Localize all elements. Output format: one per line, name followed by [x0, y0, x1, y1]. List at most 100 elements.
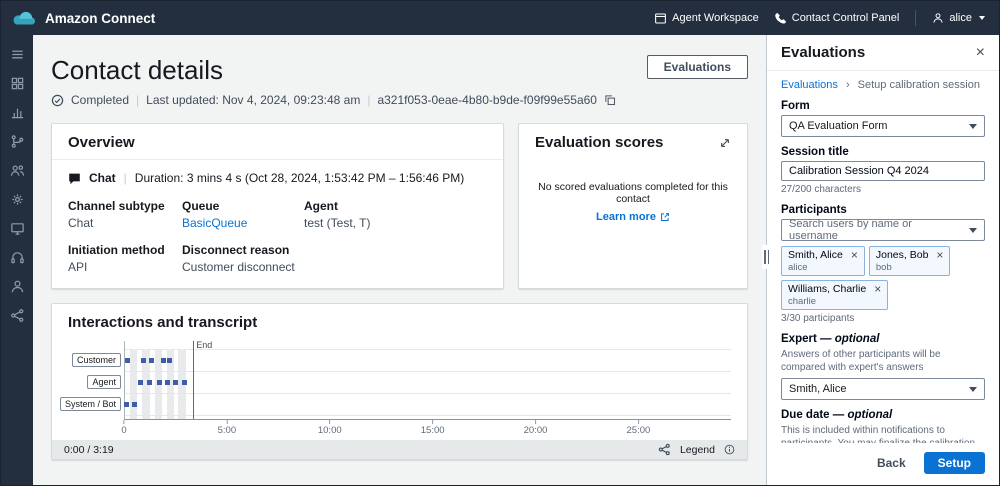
topbar: Amazon Connect Agent Workspace Contact C… [1, 1, 999, 35]
playback-bar: 0:00 / 3:19 Legend [52, 440, 747, 459]
participant-token-charlie: Williams, Charlie × charlie [781, 280, 888, 310]
timeline-marker[interactable] [149, 358, 154, 363]
timeline-axis: 05:0010:0015:0020:0025:00 [124, 420, 731, 437]
field-disconnect-reason: Disconnect reason Customer disconnect [182, 243, 487, 274]
close-icon[interactable]: × [976, 45, 985, 61]
sidebar-item-settings[interactable] [10, 192, 25, 208]
sidebar-item-channels[interactable] [10, 221, 25, 237]
sidebar-item-users[interactable] [10, 163, 25, 179]
caret-down-icon [969, 228, 977, 233]
field-agent: Agent test (Test, T) [304, 199, 487, 230]
back-button[interactable]: Back [865, 452, 918, 474]
user-icon [932, 12, 944, 24]
participant-tokens: Smith, Alice × alice Jones, Bob × bob [781, 246, 985, 310]
session-title-label: Session title [781, 146, 985, 158]
sidebar-item-integrations[interactable] [10, 308, 25, 324]
agent-workspace-link[interactable]: Agent Workspace [654, 12, 759, 25]
headset-icon [10, 250, 25, 265]
bar-chart-icon [10, 105, 25, 120]
gear-icon [10, 192, 25, 207]
timeline-tick: 20:00 [524, 420, 548, 436]
queue-link[interactable]: BasicQueue [182, 216, 247, 230]
timeline-marker[interactable] [173, 380, 178, 385]
timeline-plot[interactable]: End [124, 341, 731, 420]
scores-learn-more-link[interactable]: Learn more [596, 211, 670, 223]
last-updated: Last updated: Nov 4, 2024, 09:23:48 am [146, 93, 360, 107]
timeline-marker[interactable] [138, 380, 143, 385]
breadcrumb: Evaluations › Setup calibration session [781, 79, 985, 91]
breadcrumb-separator: › [846, 79, 850, 91]
timeline-marker[interactable] [132, 402, 137, 407]
field-queue: Queue BasicQueue [182, 199, 296, 230]
share-nodes-icon [10, 308, 25, 323]
share-icon[interactable] [658, 443, 671, 456]
external-link-icon [660, 212, 670, 222]
info-icon[interactable] [724, 444, 735, 455]
contact-control-panel-link[interactable]: Contact Control Panel [775, 12, 900, 24]
timeline-tick: 15:00 [421, 420, 445, 436]
timeline-row-label-customer[interactable]: Customer [72, 353, 121, 367]
contact-status-line: Completed | Last updated: Nov 4, 2024, 0… [51, 93, 748, 107]
timeline-marker[interactable] [182, 380, 187, 385]
sidebar-item-contact-control[interactable] [10, 250, 25, 266]
expert-label: Expert — optional [781, 333, 985, 345]
timeline-gridline [125, 371, 731, 372]
workspace-icon [654, 12, 667, 25]
participants-counter: 3/30 participants [781, 313, 985, 324]
sidebar-item-dashboard[interactable] [10, 76, 25, 92]
timeline-marker[interactable] [161, 358, 166, 363]
breadcrumb-current: Setup calibration session [858, 79, 980, 91]
panel-resize-handle[interactable] [762, 245, 771, 269]
caret-down-icon [969, 387, 977, 392]
timeline-marker[interactable] [157, 380, 162, 385]
copy-icon[interactable] [604, 94, 616, 106]
field-channel-subtype: Channel subtype Chat [68, 199, 174, 230]
participant-token-alice: Smith, Alice × alice [781, 246, 865, 276]
timeline-row-label-agent[interactable]: Agent [87, 375, 121, 389]
field-initiation-method: Initiation method API [68, 243, 174, 274]
timeline-marker[interactable] [165, 380, 170, 385]
evaluation-scores-title: Evaluation scores [535, 134, 663, 151]
sidebar-item-customer-profiles[interactable] [10, 279, 25, 295]
form-select[interactable]: QA Evaluation Form [781, 115, 985, 137]
timeline-marker[interactable] [125, 358, 130, 363]
timeline-row-label-system-bot[interactable]: System / Bot [60, 397, 121, 411]
transcript-card: Interactions and transcript Customer Age… [51, 303, 748, 460]
person-icon [10, 279, 25, 294]
users-icon [10, 163, 25, 178]
expert-description: Answers of other participants will be co… [781, 348, 985, 374]
overview-card: Overview Chat | Duration: 3 mins 4 s (Oc… [51, 123, 504, 289]
timeline-marker[interactable] [147, 380, 152, 385]
remove-token-button[interactable]: × [874, 283, 881, 295]
due-date-description: This is included within notifications to… [781, 424, 985, 443]
timeline-tick: 25:00 [627, 420, 651, 436]
transcript-title: Interactions and transcript [68, 314, 257, 331]
user-menu[interactable]: alice [932, 12, 985, 24]
sidebar-item-menu[interactable] [10, 47, 25, 63]
expert-select[interactable]: Smith, Alice [781, 378, 985, 400]
topbar-divider [915, 10, 916, 26]
timeline-marker[interactable] [167, 358, 172, 363]
caret-down-icon [969, 124, 977, 129]
sidebar-item-metrics[interactable] [10, 105, 25, 121]
channel-label: Chat [89, 171, 116, 185]
remove-token-button[interactable]: × [851, 249, 858, 261]
participants-search-select[interactable]: Search users by name or username [781, 219, 985, 241]
timeline-end-label: End [196, 340, 212, 350]
session-title-input[interactable] [781, 161, 985, 181]
menu-icon [10, 47, 25, 62]
setup-button[interactable]: Setup [924, 452, 985, 474]
timeline-marker[interactable] [124, 402, 129, 407]
breadcrumb-evaluations[interactable]: Evaluations [781, 79, 838, 91]
timeline-tick: 0 [121, 420, 126, 436]
timeline-marker[interactable] [141, 358, 146, 363]
remove-token-button[interactable]: × [936, 249, 943, 261]
timeline-gridline [125, 393, 731, 394]
sidebar-item-flows[interactable] [10, 134, 25, 150]
due-date-label: Due date — optional [781, 409, 985, 421]
expand-icon[interactable] [719, 137, 731, 149]
app-window: Amazon Connect Agent Workspace Contact C… [0, 0, 1000, 486]
status-badge: Completed [71, 93, 129, 107]
monitor-icon [10, 221, 25, 236]
evaluations-button[interactable]: Evaluations [647, 55, 748, 79]
